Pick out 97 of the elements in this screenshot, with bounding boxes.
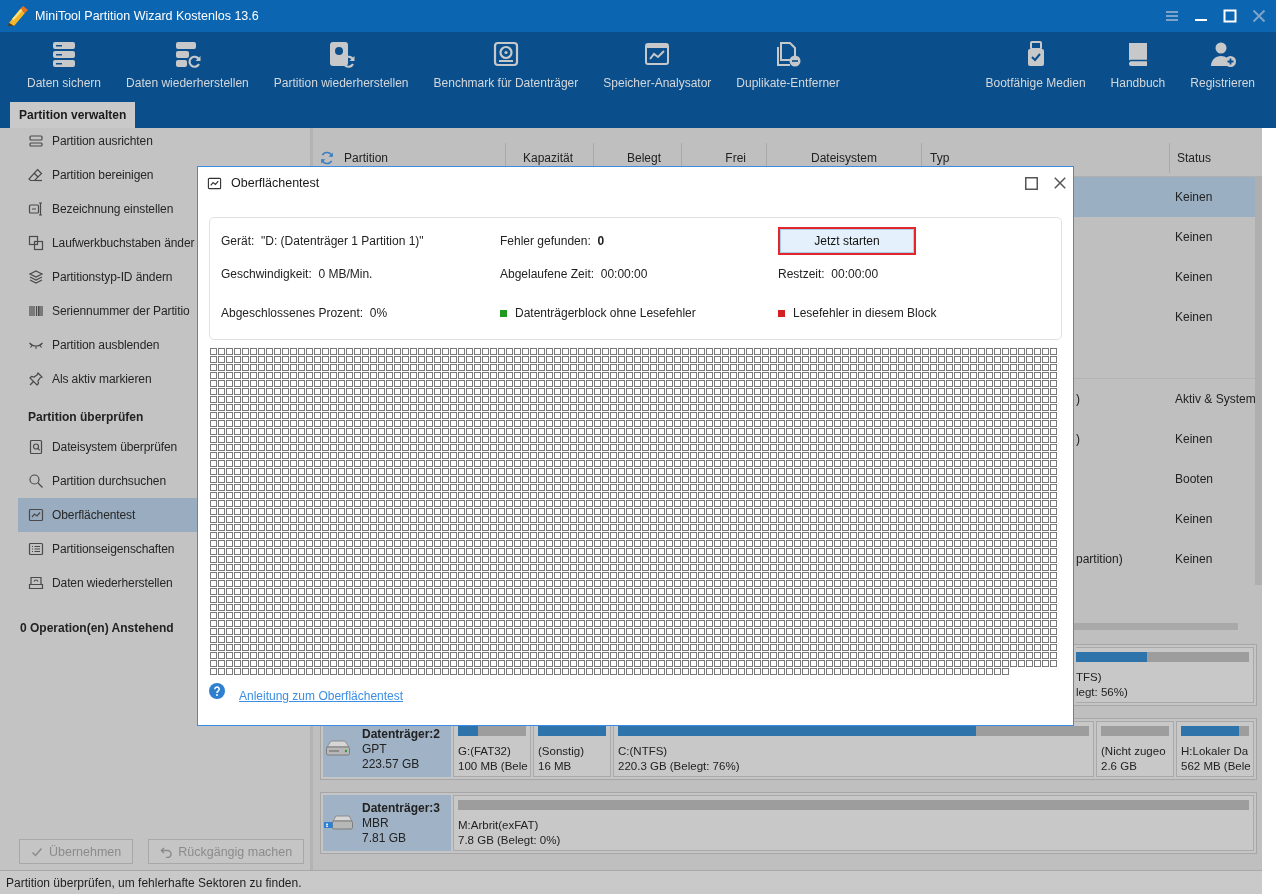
info-text: Gerät: "D: (Datenträger 1 Partition 1)" <box>221 234 424 248</box>
legend-label: Datenträgerblock ohne Lesefehler <box>515 306 696 320</box>
toolbar-button[interactable]: Benchmark für Datenträger <box>423 32 589 102</box>
documents-minus-icon <box>774 40 803 68</box>
partition-block[interactable]: H:Lokaler Da 562 MB (Bele <box>1176 721 1254 777</box>
pin-icon <box>28 371 44 387</box>
partition-label: (Sonstig) <box>538 744 586 759</box>
close-icon[interactable] <box>1054 177 1066 189</box>
drive-icon <box>28 575 44 591</box>
toolbar-button[interactable]: Handbuch <box>1100 32 1176 102</box>
toolbar-button[interactable]: Daten wiederherstellen <box>116 32 259 102</box>
section-title: Partition überprüfen <box>28 409 144 426</box>
stripes-icon <box>28 303 44 319</box>
sidebar-item[interactable]: Daten wiederherstellen <box>18 566 310 600</box>
table-cell: ) <box>1076 392 1080 406</box>
sidebar-item[interactable]: Bezeichnung einstellen <box>18 192 310 226</box>
partition-label: M:Arbrit(exFAT) <box>458 818 540 833</box>
sidebar-item[interactable]: Partition durchsuchen <box>18 464 310 498</box>
table-cell: Keinen <box>1175 190 1213 204</box>
partition-usage: 16 MB <box>538 759 573 774</box>
partition-label: TFS) <box>1076 670 1103 685</box>
disk-name: Datenträger:3 <box>362 800 441 816</box>
info-text: Fehler gefunden: 0 <box>500 234 605 248</box>
server-stack-icon <box>50 40 78 68</box>
partition-usage: 220.3 GB (Belegt: 76%) <box>618 759 741 774</box>
info-text: Restzeit: 00:00:00 <box>778 267 879 281</box>
sidebar-item[interactable]: Partition ausrichten <box>18 128 310 158</box>
partition-block[interactable]: (Nicht zugeo 2.6 GB <box>1096 721 1174 777</box>
table-cell: Keinen <box>1175 552 1213 566</box>
start-button[interactable]: Jetzt starten <box>778 227 916 255</box>
overlapping-squares-icon <box>28 235 44 251</box>
partition-label: H:Lokaler Da <box>1181 744 1249 759</box>
partition-label: C:(NTFS) <box>618 744 669 759</box>
disk-card[interactable]: Datenträger:3 MBR 7.81 GB <box>323 795 451 851</box>
partition-block[interactable]: TFS) legt: 56%) <box>1076 647 1254 703</box>
table-cell: ) <box>1076 432 1080 446</box>
check-icon <box>31 845 43 858</box>
partition-block[interactable]: M:Arbrit(exFAT) 7.8 GB (Belegt: 0%) <box>453 795 1254 851</box>
partition-usage: 562 MB (Bele <box>1181 759 1249 774</box>
info-text: Abgeschlossenes Prozent: 0% <box>221 306 388 320</box>
help-icon <box>209 683 225 699</box>
disk-name: Datenträger:2 <box>362 726 441 742</box>
info-text: Abgelaufene Zeit: 00:00:00 <box>500 267 648 281</box>
dialog-title: Oberflächentest <box>231 176 320 190</box>
sidebar-item[interactable]: Partition ausblenden <box>18 328 310 362</box>
partition-usage: 7.8 GB (Belegt: 0%) <box>458 833 562 848</box>
partition-scheme: GPT <box>362 741 388 757</box>
user-plus-icon <box>1208 40 1237 68</box>
table-cell: Aktiv & System <box>1175 392 1256 406</box>
partition-block[interactable]: C:(NTFS) 220.3 GB (Belegt: 76%) <box>613 721 1094 777</box>
sidebar-item[interactable]: Partitionseigenschaften <box>18 532 310 566</box>
disk-size: 7.81 GB <box>362 830 408 846</box>
sidebar-item[interactable]: Dateisystem überprüfen <box>18 430 310 464</box>
app-logo-icon <box>7 6 29 26</box>
layers-icon <box>28 269 44 285</box>
partition-usage: 2.6 GB <box>1101 759 1138 774</box>
disk-size: 223.57 GB <box>362 756 421 772</box>
disk-refresh-icon <box>327 40 356 68</box>
hard-drive-icon <box>323 739 353 759</box>
chart-icon <box>28 507 44 523</box>
partition-usage: legt: 56%) <box>1076 685 1129 700</box>
toolbar-button[interactable]: Bootfähige Medien <box>975 32 1096 102</box>
sidebar-item[interactable]: Als aktiv markieren <box>18 362 310 396</box>
toolbar-button[interactable]: Duplikate-Entferner <box>726 32 850 102</box>
usb-drive-icon <box>323 813 353 833</box>
pending-operations: 0 Operation(en) Anstehend <box>20 620 174 637</box>
window-title: MiniTool Partition Wizard Kostenlos 13.6 <box>35 9 259 23</box>
list-icon <box>28 541 44 557</box>
table-cell: Keinen <box>1175 432 1213 446</box>
status-text: Partition überprüfen, um fehlerhafte Sektoren zu finden. <box>6 875 302 890</box>
search-icon <box>28 473 44 489</box>
partition-usage: 100 MB (Bele <box>458 759 526 774</box>
undo-icon <box>160 845 173 858</box>
partition-scheme: MBR <box>362 815 390 831</box>
chart-icon <box>207 175 222 191</box>
toolbar-button[interactable]: Partition wiederherstellen <box>263 32 419 102</box>
tab[interactable]: Partition verwalten <box>10 102 136 128</box>
chart-window-icon <box>643 40 672 68</box>
table-cell: Keinen <box>1175 512 1213 526</box>
align-bars-icon <box>28 133 44 149</box>
document-search-icon <box>28 439 44 455</box>
column-header: Status <box>1176 150 1213 167</box>
vertical-scrollbar[interactable] <box>1255 176 1262 585</box>
toolbar-button[interactable]: Registrieren <box>1180 32 1265 102</box>
help-link[interactable]: Anleitung zum Oberflächentest <box>239 683 404 703</box>
toolbar-button[interactable]: Daten sichern <box>17 32 112 102</box>
table-cell: Booten <box>1175 472 1214 486</box>
info-text: Geschwindigkeit: 0 MB/Min. <box>221 267 373 281</box>
server-refresh-icon <box>173 40 202 68</box>
label-icon <box>28 201 44 217</box>
partition-label: (Nicht zugeo <box>1101 744 1167 759</box>
table-cell: partition) <box>1076 552 1123 566</box>
legend-label: Lesefehler in diesem Block <box>793 306 937 320</box>
maximize-icon[interactable] <box>1025 176 1038 190</box>
eraser-icon <box>28 167 44 183</box>
toolbar-button[interactable]: Speicher-Analysator <box>593 32 722 102</box>
partition-label: G:(FAT32) <box>458 744 512 759</box>
